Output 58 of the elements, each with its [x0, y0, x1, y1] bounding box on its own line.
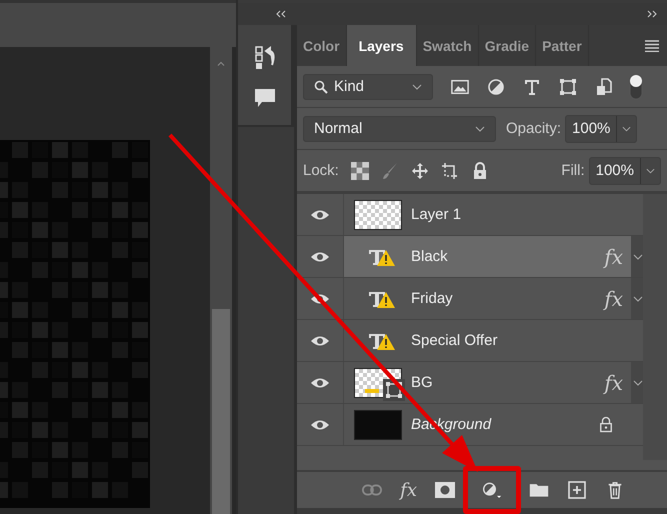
expand-icon[interactable] [647, 10, 657, 18]
eye-icon[interactable] [310, 418, 330, 430]
adjustment-layer-icon[interactable] [482, 481, 502, 499]
eye-icon[interactable] [310, 334, 330, 346]
expand-effects-icon[interactable] [633, 296, 643, 302]
layer-name: Friday [411, 290, 453, 307]
type-filter-icon[interactable] [523, 78, 541, 96]
menu-icon[interactable] [645, 40, 659, 52]
layer-row[interactable]: BG fx [344, 362, 631, 403]
layer-name: Black [411, 248, 448, 265]
scrollbar-thumb[interactable] [212, 309, 230, 514]
blend-mode-value: Normal [314, 120, 362, 137]
lock-transparent-pixels-icon[interactable] [350, 162, 369, 180]
folder-icon[interactable] [529, 481, 549, 499]
layer-name: Layer 1 [411, 206, 462, 223]
scroll-up-icon[interactable] [217, 61, 225, 66]
chevron-icon [412, 84, 422, 90]
new-layer-icon[interactable] [567, 481, 587, 499]
layer-row[interactable]: Black fx [344, 236, 631, 277]
smart-object-filter-icon[interactable] [595, 78, 613, 96]
layer-row[interactable]: Special Offer [344, 320, 631, 361]
layer-name: Special Offer [411, 332, 498, 349]
panel-tab[interactable]: Layers [346, 25, 417, 66]
fill-label: Fill: [561, 162, 585, 179]
crop-frame-icon[interactable] [440, 162, 459, 180]
layer-thumbnail [354, 200, 402, 230]
layer-row[interactable]: Friday fx [344, 278, 631, 319]
filter-value: Kind [334, 78, 364, 95]
opacity-field[interactable]: 100% [565, 114, 638, 142]
layer-name: BG [411, 374, 433, 391]
effects-label: fx [604, 286, 623, 310]
layer-thumbnail [354, 410, 402, 440]
move-icon[interactable] [410, 162, 429, 180]
shape-filter-icon[interactable] [559, 78, 577, 96]
chevron-icon[interactable] [622, 126, 632, 132]
fill-field[interactable]: 100% [588, 156, 661, 184]
mask-icon[interactable] [435, 481, 455, 499]
search-icon [314, 80, 328, 94]
eye-icon[interactable] [310, 208, 330, 220]
expand-effects-icon[interactable] [633, 254, 643, 260]
add-style-button[interactable]: fx [400, 480, 417, 500]
layer-row[interactable]: Layer 1 [344, 194, 631, 235]
eye-icon[interactable] [310, 250, 330, 262]
eye-icon[interactable] [310, 376, 330, 388]
blend-mode-dropdown[interactable]: Normal [303, 116, 496, 142]
effects-label: fx [604, 370, 623, 394]
image-filter-icon[interactable] [451, 78, 469, 96]
filter-toggle[interactable] [629, 74, 643, 100]
chevron-icon [475, 126, 485, 132]
collapse-icon[interactable] [276, 10, 286, 18]
chevron-icon[interactable] [646, 168, 655, 174]
scrollbar[interactable] [210, 47, 232, 514]
filter-kind-dropdown[interactable]: Kind [303, 74, 433, 100]
lock-label: Lock: [303, 162, 339, 179]
effects-label: fx [604, 244, 623, 268]
adjustment-filter-icon[interactable] [487, 78, 505, 96]
opacity-label: Opacity: [506, 120, 562, 137]
expand-effects-icon[interactable] [633, 380, 643, 386]
